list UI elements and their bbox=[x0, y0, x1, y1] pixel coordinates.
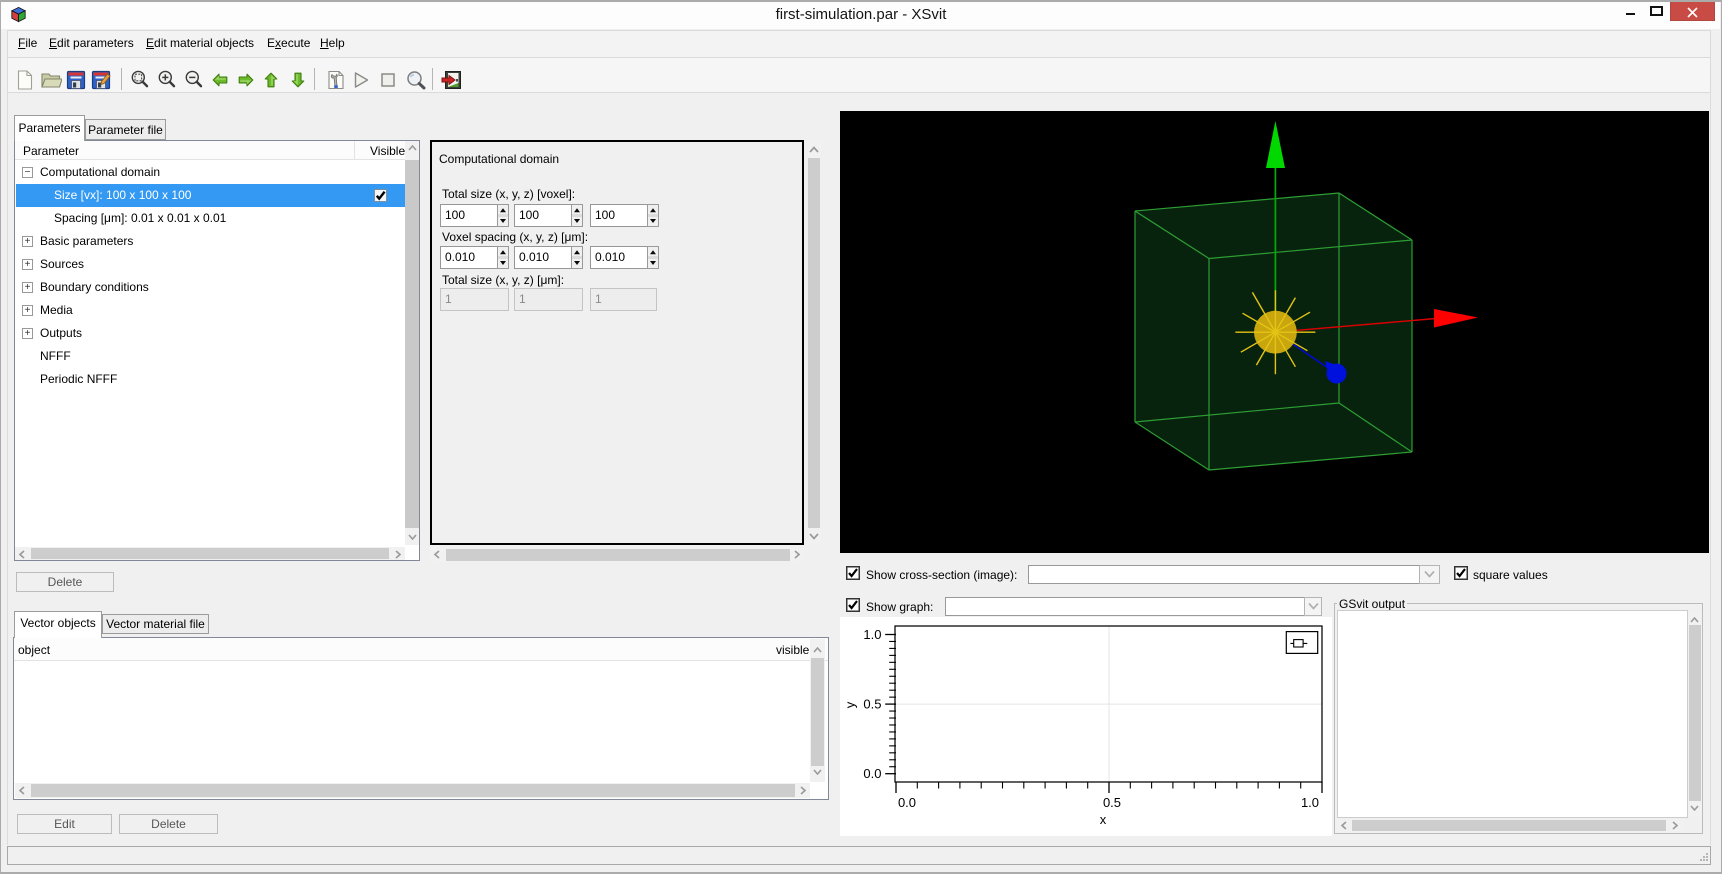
svg-text:0.5: 0.5 bbox=[1103, 795, 1121, 810]
svg-text:0.5: 0.5 bbox=[863, 696, 881, 711]
svg-text:0.0: 0.0 bbox=[863, 766, 881, 781]
svg-text:1.0: 1.0 bbox=[1301, 795, 1319, 810]
svg-text:1.0: 1.0 bbox=[863, 627, 881, 642]
svg-text:x: x bbox=[1100, 812, 1107, 827]
svg-text:y: y bbox=[843, 701, 858, 708]
svg-text:0.0: 0.0 bbox=[898, 795, 916, 810]
